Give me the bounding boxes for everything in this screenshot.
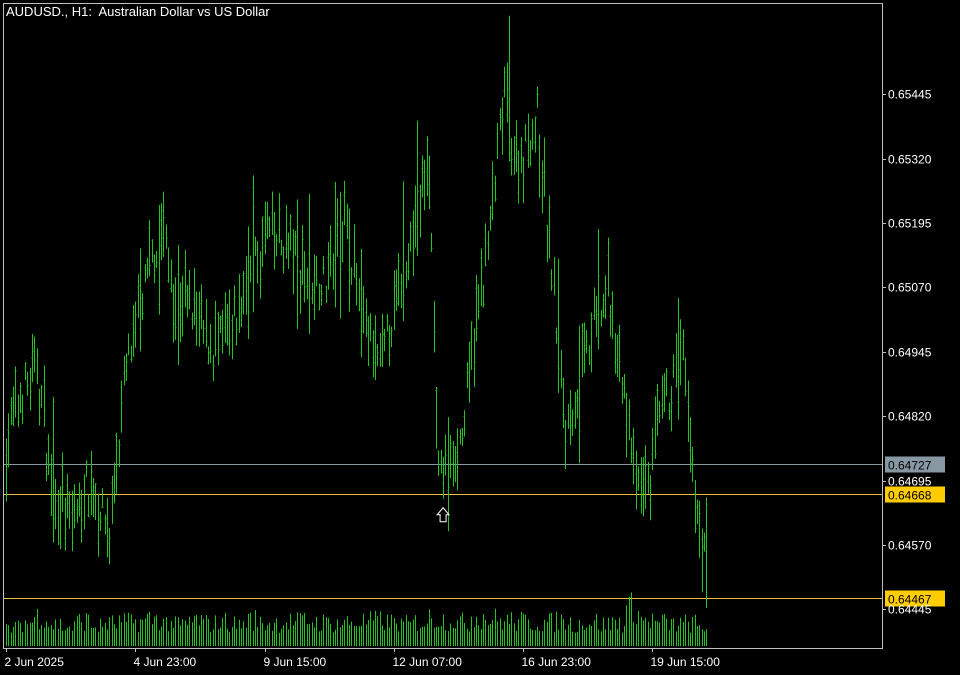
- x-tick-label: 16 Jun 23:00: [522, 655, 592, 669]
- price-axis: 0.647270.646680.644670.654450.653200.651…: [882, 88, 945, 617]
- price-label: 0.64668: [888, 489, 932, 503]
- y-tick-label: 0.65320: [888, 153, 932, 167]
- y-tick-label: 0.64695: [888, 475, 932, 489]
- y-tick-label: 0.65195: [888, 217, 932, 231]
- x-tick-label: 4 Jun 23:00: [134, 655, 197, 669]
- x-tick-label: 9 Jun 15:00: [264, 655, 327, 669]
- up-arrow-icon: [436, 506, 451, 523]
- y-tick-label: 0.64570: [888, 539, 932, 553]
- y-tick-label: 0.65445: [888, 88, 932, 102]
- y-tick-label: 0.65070: [888, 281, 932, 295]
- time-axis: 2 Jun 2025 4 Jun 23:00 9 Jun 15:00 12 Jun 0…: [5, 648, 721, 669]
- y-tick-label: 0.64820: [888, 410, 932, 424]
- arrow-marker: [436, 506, 451, 523]
- x-tick-label: 19 Jun 15:00: [651, 655, 721, 669]
- price-chart[interactable]: 0.647270.646680.644670.654450.653200.651…: [0, 0, 960, 675]
- y-tick-label: 0.64445: [888, 603, 932, 617]
- price-label: 0.64727: [888, 459, 932, 473]
- x-tick-label: 12 Jun 07:00: [393, 655, 463, 669]
- y-tick-label: 0.64945: [888, 346, 932, 360]
- price-bars: [5, 15, 708, 609]
- x-tick-label: 2 Jun 2025: [5, 655, 65, 669]
- volume-bars: [6, 592, 707, 646]
